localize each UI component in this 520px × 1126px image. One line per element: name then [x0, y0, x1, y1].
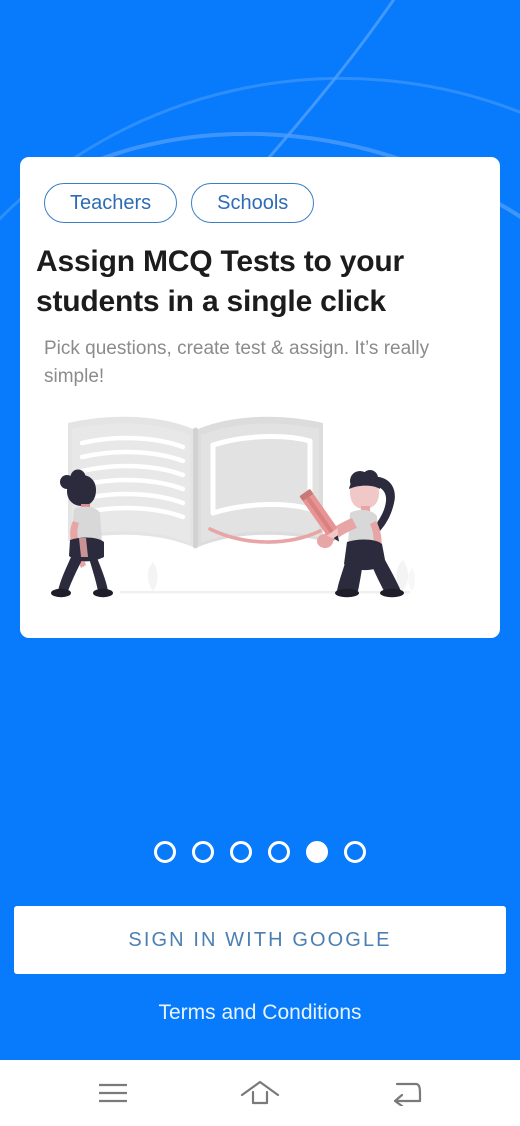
pager-dot-6[interactable] [344, 841, 366, 863]
students-reading-book-illustration [51, 416, 415, 598]
pager-dot-2[interactable] [192, 841, 214, 863]
card-subtitle: Pick questions, create test & assign. It… [44, 338, 430, 387]
pill-teachers[interactable]: Teachers [44, 183, 178, 223]
card-title: Assign MCQ Tests to your students in a s… [36, 245, 405, 318]
pager-dot-3[interactable] [230, 841, 252, 863]
home-button[interactable] [225, 1065, 295, 1121]
pager-dots [0, 841, 520, 863]
recents-button[interactable] [78, 1065, 148, 1121]
onboarding-card: Teachers Schools Assign MCQ Tests to you… [20, 157, 500, 638]
pager-dot-1[interactable] [154, 841, 176, 863]
back-button[interactable] [372, 1065, 442, 1121]
android-navigation-bar [0, 1060, 520, 1126]
terms-and-conditions-link[interactable]: Terms and Conditions [0, 1001, 520, 1025]
onboarding-screen: Teachers Schools Assign MCQ Tests to you… [0, 0, 520, 1060]
audience-pill-group: Teachers Schools [44, 183, 315, 223]
sign-in-with-google-button[interactable]: SIGN IN WITH GOOGLE [14, 906, 506, 974]
pager-dot-5-active[interactable] [306, 841, 328, 863]
home-icon [240, 1080, 280, 1105]
back-arrow-icon [393, 1082, 421, 1106]
pill-schools[interactable]: Schools [191, 183, 315, 223]
hamburger-menu-icon [99, 1083, 128, 1103]
pager-dot-4[interactable] [268, 841, 290, 863]
